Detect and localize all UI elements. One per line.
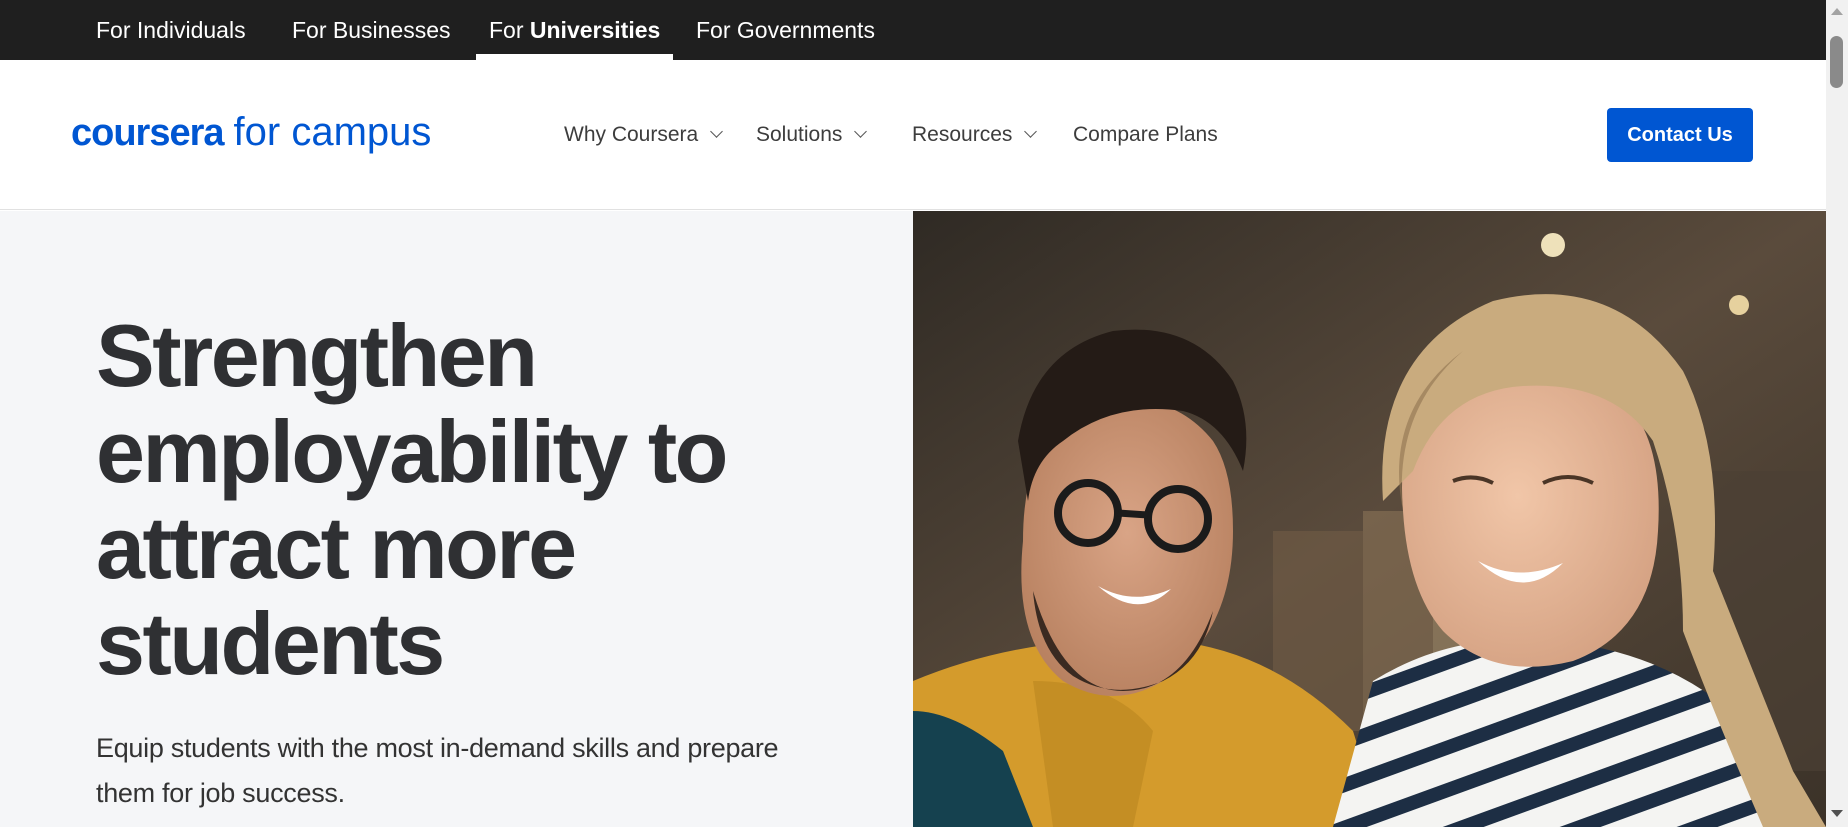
headline-line: employability to	[96, 402, 728, 501]
headline-line: students	[96, 594, 445, 693]
nav-label: Solutions	[756, 123, 843, 146]
tab-label: Universities	[529, 17, 661, 43]
tab-prefix: For	[96, 17, 137, 43]
hero-headline: Strengthen employability to attract more…	[96, 308, 796, 692]
subtext-line: Equip students with the most in-demand s…	[96, 733, 779, 763]
chevron-down-icon	[1024, 125, 1038, 138]
hero-photo-students	[913, 211, 1826, 827]
tab-for-individuals[interactable]: For Individuals	[83, 0, 259, 60]
nav-why-coursera[interactable]: Why Coursera	[564, 60, 724, 210]
tab-label: Individuals	[136, 17, 246, 43]
nav-label: Compare Plans	[1073, 123, 1218, 146]
tab-label: Businesses	[332, 17, 451, 43]
coursera-for-campus-logo[interactable]: coursera for campus	[71, 110, 431, 156]
logo-brand: coursera	[71, 112, 225, 154]
subtext-line: them for job success.	[96, 778, 345, 808]
tab-for-governments[interactable]: For Governments	[683, 0, 888, 60]
audience-topbar: For Individuals For Businesses For Unive…	[0, 0, 1826, 60]
tab-for-universities[interactable]: For Universities	[476, 0, 674, 60]
tab-prefix: For	[489, 17, 530, 43]
nav-resources[interactable]: Resources	[912, 60, 1038, 210]
logo-suffix: for campus	[233, 110, 432, 154]
page-scrollbar[interactable]	[1826, 0, 1848, 827]
nav-label: Why Coursera	[564, 123, 699, 146]
hero-text-panel: Strengthen employability to attract more…	[0, 211, 913, 827]
hero-section: Strengthen employability to attract more…	[0, 211, 1826, 827]
scroll-up-arrow-icon[interactable]	[1831, 8, 1843, 15]
chevron-down-icon	[710, 125, 724, 138]
tab-label: Governments	[736, 17, 875, 43]
nav-solutions[interactable]: Solutions	[756, 60, 868, 210]
contact-us-button[interactable]: Contact Us	[1607, 108, 1753, 162]
hero-photo-illustration	[913, 211, 1826, 827]
headline-line: attract more	[96, 498, 577, 597]
tab-prefix: For	[292, 17, 333, 43]
nav-compare-plans[interactable]: Compare Plans	[1073, 60, 1218, 210]
scroll-down-arrow-icon[interactable]	[1831, 810, 1843, 817]
site-header: coursera for campus Why Coursera Solution…	[0, 60, 1826, 210]
scroll-thumb[interactable]	[1830, 36, 1843, 88]
headline-line: Strengthen	[96, 306, 538, 405]
nav-label: Resources	[912, 123, 1013, 146]
chevron-down-icon	[854, 125, 868, 138]
tab-prefix: For	[696, 17, 737, 43]
hero-subtext: Equip students with the most in-demand s…	[96, 726, 836, 816]
tab-for-businesses[interactable]: For Businesses	[279, 0, 464, 60]
